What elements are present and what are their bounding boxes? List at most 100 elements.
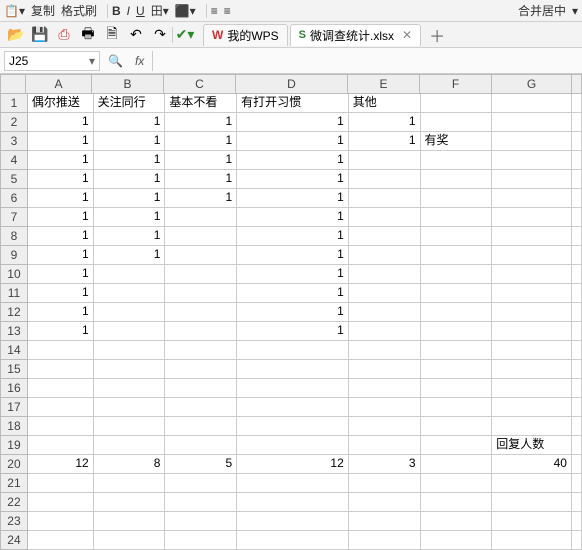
row-header[interactable]: 23 bbox=[0, 512, 28, 531]
cell[interactable]: 1 bbox=[94, 151, 166, 170]
tab-workbook[interactable]: S 微调查统计.xlsx ✕ bbox=[290, 24, 421, 46]
cell[interactable] bbox=[237, 379, 349, 398]
cell[interactable] bbox=[492, 398, 572, 417]
cell[interactable]: 1 bbox=[165, 132, 237, 151]
cell[interactable] bbox=[572, 341, 582, 360]
cell[interactable]: 40 bbox=[492, 455, 572, 474]
border-icon[interactable]: 田▾ bbox=[151, 2, 169, 19]
cell[interactable]: 1 bbox=[28, 151, 94, 170]
cell[interactable] bbox=[492, 474, 572, 493]
cell[interactable]: 1 bbox=[237, 303, 349, 322]
cell[interactable] bbox=[572, 379, 582, 398]
cell[interactable] bbox=[94, 265, 166, 284]
cell[interactable] bbox=[572, 227, 582, 246]
cell[interactable]: 1 bbox=[28, 322, 94, 341]
cell[interactable] bbox=[572, 322, 582, 341]
row-header[interactable]: 10 bbox=[0, 265, 28, 284]
cell[interactable] bbox=[165, 417, 237, 436]
cell[interactable]: 1 bbox=[237, 246, 349, 265]
cell[interactable] bbox=[421, 284, 493, 303]
cell[interactable] bbox=[421, 227, 493, 246]
cell[interactable] bbox=[165, 474, 237, 493]
cell[interactable] bbox=[492, 303, 572, 322]
cell[interactable]: 其他 bbox=[349, 94, 421, 113]
cell[interactable] bbox=[421, 531, 493, 550]
cell[interactable] bbox=[349, 379, 421, 398]
cell[interactable] bbox=[349, 341, 421, 360]
cell[interactable] bbox=[421, 379, 493, 398]
chevron-down-icon[interactable]: ▾ bbox=[572, 4, 578, 18]
undo-icon[interactable]: ↶ bbox=[127, 26, 145, 44]
cell[interactable] bbox=[349, 284, 421, 303]
cell[interactable] bbox=[572, 398, 582, 417]
cell[interactable]: 有打开习惯 bbox=[237, 94, 349, 113]
cell[interactable]: 1 bbox=[94, 246, 166, 265]
cell[interactable]: 1 bbox=[28, 208, 94, 227]
cell[interactable] bbox=[165, 246, 237, 265]
cell[interactable]: 偶尔推送 bbox=[28, 94, 94, 113]
cell[interactable] bbox=[349, 398, 421, 417]
cell[interactable]: 1 bbox=[28, 303, 94, 322]
cell[interactable] bbox=[349, 322, 421, 341]
cell[interactable] bbox=[572, 189, 582, 208]
cell[interactable]: 1 bbox=[28, 132, 94, 151]
cell[interactable] bbox=[94, 379, 166, 398]
cell[interactable] bbox=[94, 284, 166, 303]
cell[interactable]: 1 bbox=[349, 113, 421, 132]
cell[interactable] bbox=[492, 493, 572, 512]
cell[interactable]: 1 bbox=[349, 132, 421, 151]
cell[interactable] bbox=[94, 360, 166, 379]
cell[interactable] bbox=[421, 170, 493, 189]
cell[interactable]: 1 bbox=[237, 322, 349, 341]
fx-icon[interactable]: fx bbox=[135, 54, 144, 68]
row-header[interactable]: 9 bbox=[0, 246, 28, 265]
new-tab-button[interactable]: ＋ bbox=[429, 23, 445, 47]
cell[interactable]: 1 bbox=[237, 227, 349, 246]
cell[interactable] bbox=[165, 512, 237, 531]
cell[interactable] bbox=[421, 265, 493, 284]
cell[interactable]: 1 bbox=[237, 208, 349, 227]
cell[interactable] bbox=[165, 398, 237, 417]
cell[interactable] bbox=[237, 531, 349, 550]
cell[interactable] bbox=[237, 360, 349, 379]
print-icon[interactable]: 🖶 bbox=[79, 26, 97, 44]
cell[interactable] bbox=[421, 436, 493, 455]
cell[interactable]: 1 bbox=[28, 284, 94, 303]
cell[interactable] bbox=[421, 493, 493, 512]
align-center-icon[interactable]: ≡ bbox=[224, 4, 231, 18]
cell[interactable] bbox=[421, 246, 493, 265]
print-preview-icon[interactable]: 🗎 bbox=[103, 26, 121, 44]
cell[interactable] bbox=[492, 341, 572, 360]
cell[interactable]: 有奖 bbox=[421, 132, 493, 151]
cell[interactable] bbox=[572, 170, 582, 189]
cell[interactable] bbox=[28, 531, 94, 550]
cell[interactable] bbox=[349, 265, 421, 284]
cell[interactable] bbox=[492, 379, 572, 398]
cell[interactable] bbox=[94, 493, 166, 512]
cell[interactable] bbox=[28, 436, 94, 455]
cell[interactable]: 1 bbox=[237, 170, 349, 189]
cell[interactable] bbox=[28, 379, 94, 398]
cell[interactable] bbox=[349, 189, 421, 208]
cell[interactable]: 关注同行 bbox=[94, 94, 166, 113]
cell[interactable]: 12 bbox=[28, 455, 94, 474]
row-header[interactable]: 2 bbox=[0, 113, 28, 132]
cell[interactable]: 1 bbox=[94, 170, 166, 189]
cell[interactable] bbox=[349, 151, 421, 170]
row-header[interactable]: 6 bbox=[0, 189, 28, 208]
cell[interactable] bbox=[572, 113, 582, 132]
cell[interactable] bbox=[165, 208, 237, 227]
cell[interactable]: 1 bbox=[28, 113, 94, 132]
row-header[interactable]: 12 bbox=[0, 303, 28, 322]
row-header[interactable]: 24 bbox=[0, 531, 28, 550]
cell[interactable] bbox=[421, 94, 493, 113]
cell[interactable]: 1 bbox=[94, 189, 166, 208]
cell[interactable] bbox=[28, 398, 94, 417]
col-header-B[interactable]: B bbox=[92, 74, 164, 94]
row-header[interactable]: 19 bbox=[0, 436, 28, 455]
cell[interactable] bbox=[349, 246, 421, 265]
cell[interactable] bbox=[421, 189, 493, 208]
name-box[interactable]: J25 ▾ bbox=[4, 51, 100, 71]
formula-bar[interactable] bbox=[152, 51, 582, 71]
cell[interactable]: 1 bbox=[237, 265, 349, 284]
